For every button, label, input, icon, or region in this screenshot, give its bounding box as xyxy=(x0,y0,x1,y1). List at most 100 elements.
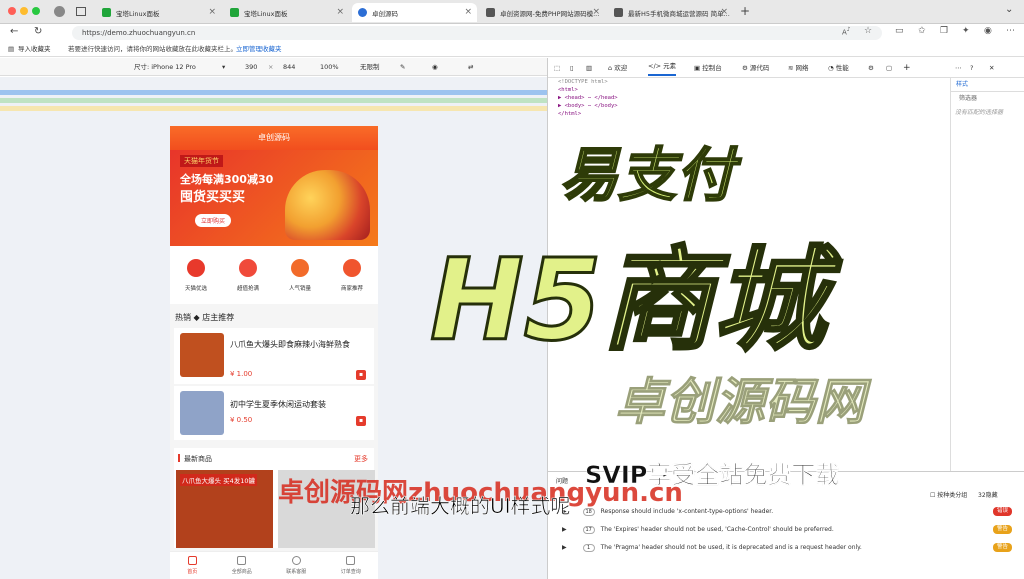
manage-favorites-link[interactable]: 立即管理收藏夹 xyxy=(236,42,282,57)
category-deals[interactable]: 超值抢满 xyxy=(228,258,268,292)
throttle-select[interactable]: 无限制 xyxy=(360,58,380,76)
viewport-width-input[interactable]: 390 xyxy=(245,58,257,76)
new-product-image[interactable]: 八爪鱼大爆头 买4发10罐 xyxy=(176,470,273,548)
group-by-kind-checkbox[interactable]: ☐ 按种类分组 xyxy=(930,490,967,499)
url-input[interactable]: https://demo.zhuochuangyun.cn xyxy=(72,26,882,40)
overlay-title-yizhifu: 易支付 xyxy=(559,140,735,210)
close-tab-icon[interactable]: × xyxy=(592,7,600,17)
tab-performance[interactable]: ◔ 性能 xyxy=(828,58,849,78)
tab-network[interactable]: ≋ 网络 xyxy=(788,58,809,78)
tab-h5-mall[interactable]: 最新H5手机微商城运营源码 简单... × xyxy=(608,3,733,22)
category-label: 商家推荐 xyxy=(340,285,363,292)
back-icon[interactable]: ← xyxy=(10,26,18,37)
close-tab-icon[interactable]: × xyxy=(720,7,728,17)
times-icon: × xyxy=(268,63,274,71)
dom-line[interactable]: ▶ <body> ⋯ </body> xyxy=(558,102,618,110)
tab-list-icon[interactable]: ⌄ xyxy=(1005,4,1013,15)
cart-icon[interactable]: ▪ xyxy=(356,416,366,426)
tab-zhuochuang-active[interactable]: 卓创源码 × xyxy=(352,3,477,22)
close-devtools-icon[interactable]: ✕ xyxy=(989,58,994,78)
tab-welcome[interactable]: ⌂ 欢迎 xyxy=(608,58,627,78)
tab-baota-2[interactable]: 宝塔Linux面板 × xyxy=(224,3,349,22)
product-card[interactable]: 八爪鱼大爆头即食麻辣小海鲜熟食 ¥ 1.00 ▪ xyxy=(174,328,374,384)
refresh-icon[interactable]: ↻ xyxy=(34,26,42,37)
warning-badge: 警告 xyxy=(992,525,1012,534)
category-icons: 天猫优选 超值抢满 人气销量 商家推荐 xyxy=(170,246,378,304)
tab-title: 宝塔Linux面板 xyxy=(116,9,160,18)
close-window-button[interactable] xyxy=(8,7,16,15)
styles-filter-input[interactable]: 筛选器 xyxy=(951,92,1024,106)
help-icon[interactable]: ? xyxy=(970,58,973,78)
category-tmall[interactable]: 天猫优选 xyxy=(176,258,216,292)
dom-line[interactable]: <html> xyxy=(558,86,618,94)
extensions-icon[interactable]: ✦ xyxy=(962,26,970,36)
issue-text: Response should include 'x-content-type-… xyxy=(600,508,774,515)
dom-line[interactable]: <!DOCTYPE html> xyxy=(558,78,618,86)
dom-line[interactable]: </html> xyxy=(558,110,618,118)
tab-sources[interactable]: ⚙ 源代码 xyxy=(742,58,769,78)
settings-gear-icon[interactable]: ⚙ xyxy=(868,58,874,78)
rotate-icon[interactable]: ⇄ xyxy=(468,58,473,76)
tab-console[interactable]: ▣ 控制台 xyxy=(694,58,722,78)
eyedropper-icon[interactable]: ✎ xyxy=(400,58,405,76)
close-tab-icon[interactable]: × xyxy=(464,7,472,17)
promo-banner[interactable]: 天猫年货节 全场每满300减30 囤货买买买 立即购买 xyxy=(170,150,378,246)
home-icon xyxy=(187,556,197,565)
styles-tab[interactable]: 样式 xyxy=(951,78,1024,92)
error-badge: 错误 xyxy=(992,507,1012,516)
product-card[interactable]: 初中学生夏季休闲运动套装 ¥ 0.50 ▪ xyxy=(174,386,374,440)
banner-buy-button[interactable]: 立即购买 xyxy=(195,214,232,227)
popular-icon xyxy=(291,258,309,277)
cart-icon[interactable]: ▪ xyxy=(356,370,366,380)
dock-icon[interactable]: ▥ xyxy=(586,58,592,78)
overlay-title-zhuochuang: 卓创源码网 xyxy=(615,373,866,432)
new-tab-icon[interactable]: + xyxy=(740,4,750,18)
nav-all-products[interactable]: 全部商品 xyxy=(232,556,252,575)
tab-elements[interactable]: </> 元素 xyxy=(648,58,677,76)
viewport-height-input[interactable]: 844 xyxy=(283,58,295,76)
close-tab-icon[interactable]: × xyxy=(208,7,216,17)
split-screen-icon[interactable]: ▭ xyxy=(895,26,904,36)
inspect-icon[interactable]: ⬚ xyxy=(554,58,560,78)
tab-baota-1[interactable]: 宝塔Linux面板 × xyxy=(96,3,221,22)
tab-resource-site[interactable]: 卓创资源网-免费PHP网站源码模... × xyxy=(480,3,605,22)
profile-menu-icon[interactable]: ◉ xyxy=(984,26,992,36)
close-tab-icon[interactable]: × xyxy=(336,7,344,17)
nav-orders[interactable]: 订单查询 xyxy=(341,556,361,575)
wordpress-favicon-icon xyxy=(358,8,367,17)
order-icon xyxy=(346,556,356,565)
tab-label: 元素 xyxy=(663,62,677,70)
add-tool-icon[interactable]: + xyxy=(903,58,911,78)
more-link[interactable]: 更多 xyxy=(354,454,368,464)
collections-icon[interactable]: ❐ xyxy=(940,26,948,36)
device-size-select[interactable]: 尺寸: iPhone 12 Pro xyxy=(134,58,196,76)
category-recommend[interactable]: 商家推荐 xyxy=(332,258,372,292)
more-menu-icon[interactable]: ⋯ xyxy=(1006,26,1015,36)
nav-label: 首页 xyxy=(187,569,198,575)
favorites-hint: 若要进行快速访问，请将你的网站收藏放在此收藏夹栏上。 xyxy=(68,45,237,53)
vision-icon[interactable]: ◉ xyxy=(432,58,438,76)
memory-icon[interactable]: ▢ xyxy=(886,58,892,78)
import-favorites-link[interactable]: 导入收藏夹 xyxy=(18,42,51,57)
nav-support[interactable]: 联系客服 xyxy=(286,556,306,575)
more-options-icon[interactable]: ⋯ xyxy=(955,58,962,78)
media-query-bar[interactable] xyxy=(0,90,547,95)
tab-title: 最新H5手机微商城运营源码 简单... xyxy=(628,9,730,18)
read-aloud-icon[interactable]: A♪ xyxy=(842,27,851,36)
device-mode-icon[interactable]: ▯ xyxy=(570,58,574,78)
tab-actions-icon[interactable] xyxy=(76,7,86,16)
new-products-title: 最新商品 xyxy=(184,455,212,463)
issue-row[interactable]: ▶ 1 The 'Pragma' header should not be used… xyxy=(562,540,1012,555)
favorites-icon[interactable]: ✩ xyxy=(918,26,926,36)
nav-home[interactable]: 首页 xyxy=(187,556,197,575)
profile-icon[interactable] xyxy=(54,6,65,17)
media-query-bar[interactable] xyxy=(0,98,547,103)
maximize-window-button[interactable] xyxy=(32,7,40,15)
favorite-star-icon[interactable]: ☆ xyxy=(864,26,872,36)
issue-row[interactable]: ▶ 17 The 'Expires' header should not be us… xyxy=(562,522,1012,537)
category-popular[interactable]: 人气销量 xyxy=(280,258,320,292)
zoom-select[interactable]: 100% xyxy=(320,58,339,76)
minimize-window-button[interactable] xyxy=(20,7,28,15)
dom-line[interactable]: ▶ <head> ⋯ </head> xyxy=(558,94,618,102)
media-query-bar[interactable] xyxy=(0,106,547,111)
